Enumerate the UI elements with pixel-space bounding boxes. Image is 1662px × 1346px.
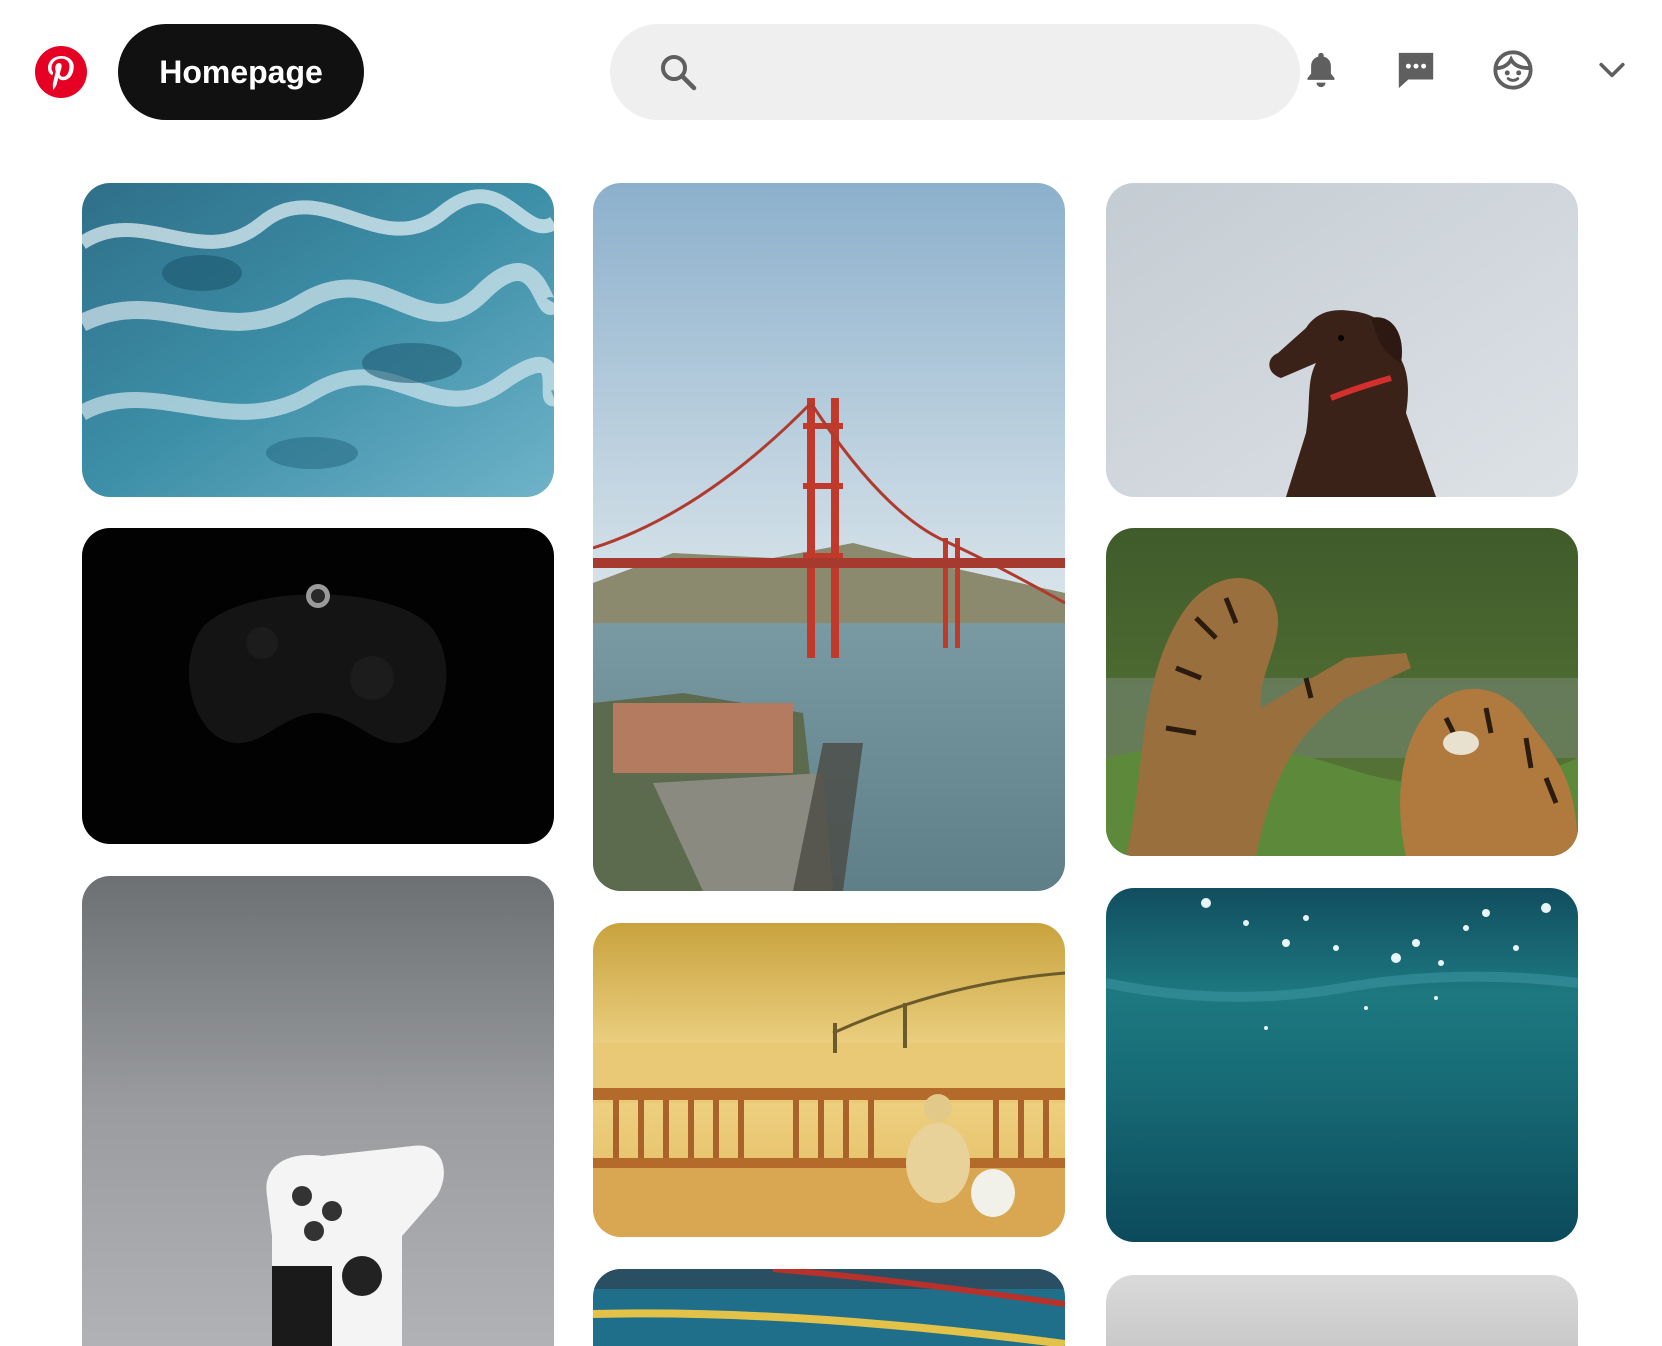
- pin-image: [1106, 183, 1578, 497]
- search-input[interactable]: [718, 44, 1268, 100]
- search-icon: [658, 52, 698, 92]
- pin-playstation-controller[interactable]: [82, 876, 554, 1346]
- face-icon: [1492, 49, 1534, 96]
- pin-image: [593, 1269, 1065, 1346]
- pin-tigers-playing[interactable]: [1106, 528, 1578, 856]
- pin-underwater-surface[interactable]: [1106, 888, 1578, 1242]
- pin-ocean-waves[interactable]: [82, 183, 554, 497]
- bell-icon: [1303, 50, 1339, 95]
- pin-grey-gradient[interactable]: [1106, 1275, 1578, 1346]
- pin-image: [1106, 888, 1578, 1242]
- chat-icon: [1395, 49, 1437, 96]
- pinterest-logo-icon[interactable]: [34, 45, 88, 99]
- pin-brown-labrador[interactable]: [1106, 183, 1578, 497]
- pin-bay-bridge-pier[interactable]: [593, 923, 1065, 1237]
- pin-image: [82, 528, 554, 844]
- pin-image: [593, 923, 1065, 1237]
- pin-image: [82, 876, 554, 1346]
- chevron-down-icon: [1598, 61, 1626, 84]
- homepage-button[interactable]: Homepage: [118, 24, 364, 120]
- profile-button[interactable]: [1485, 44, 1541, 100]
- pin-image: [1106, 528, 1578, 856]
- pin-image: [593, 183, 1065, 891]
- pin-image: [82, 183, 554, 497]
- pin-image: [1106, 1275, 1578, 1346]
- pin-xbox-controller[interactable]: [82, 528, 554, 844]
- messages-button[interactable]: [1388, 44, 1444, 100]
- pin-golden-gate-bridge[interactable]: [593, 183, 1065, 891]
- pin-swimming-pool[interactable]: [593, 1269, 1065, 1346]
- search-bar[interactable]: [610, 24, 1300, 120]
- top-nav: Homepage: [0, 0, 1662, 150]
- account-menu-button[interactable]: [1584, 44, 1640, 100]
- notifications-button[interactable]: [1293, 44, 1349, 100]
